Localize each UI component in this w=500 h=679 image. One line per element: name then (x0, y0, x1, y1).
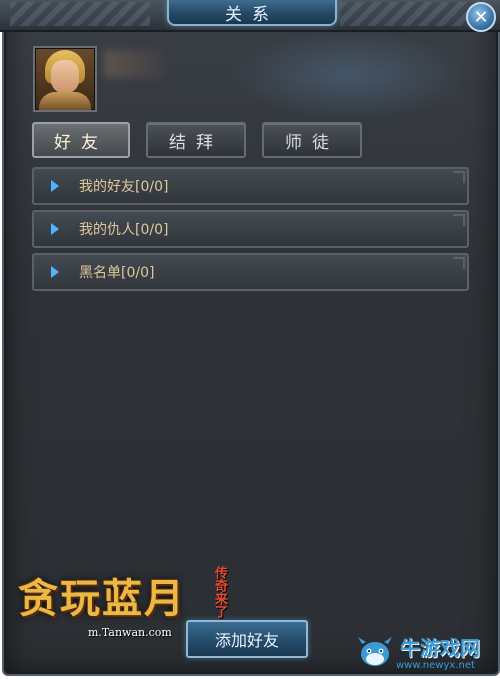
close-button[interactable]: ✕ (466, 2, 496, 32)
relation-tabs: 好友 结拜 师徒 (32, 122, 362, 158)
list-item-my-friends[interactable]: 我的好友[0/0] (32, 167, 469, 205)
close-icon: ✕ (473, 6, 489, 28)
panel-title: 关系 (167, 0, 337, 26)
logo-main-text: 贪玩蓝月 (18, 575, 186, 622)
header-ornament-right (340, 2, 480, 26)
avatar-shoulders (39, 92, 91, 110)
background-cloud (230, 30, 470, 120)
tab-master-apprentice[interactable]: 师徒 (262, 122, 362, 158)
cow-mascot-icon (358, 637, 392, 666)
header-ornament-left (10, 2, 150, 26)
list-item-label: 黑名单[0/0] (79, 265, 155, 281)
game-logo: 贪玩蓝月 传奇来了 m.Tanwan.com (18, 558, 248, 652)
logo-url: m.Tanwan.com (88, 626, 172, 639)
list-item-my-enemies[interactable]: 我的仇人[0/0] (32, 210, 469, 248)
row-corner-ornament (453, 257, 465, 269)
watermark-url: www.newyx.net (396, 660, 475, 671)
row-corner-ornament (453, 214, 465, 226)
logo-side-text: 传奇来了 (212, 566, 227, 618)
tab-sworn-brothers[interactable]: 结拜 (146, 122, 246, 158)
expand-arrow-icon (51, 266, 59, 278)
player-avatar[interactable] (33, 46, 97, 112)
expand-arrow-icon (51, 223, 59, 235)
avatar-face (51, 60, 79, 94)
expand-arrow-icon (51, 180, 59, 192)
list-item-label: 我的好友[0/0] (79, 179, 169, 195)
list-item-blacklist[interactable]: 黑名单[0/0] (32, 253, 469, 291)
watermark-site-name: 牛游戏网 (400, 636, 480, 660)
row-corner-ornament (453, 171, 465, 183)
relation-list: 我的好友[0/0] 我的仇人[0/0] 黑名单[0/0] (32, 167, 469, 296)
list-item-label: 我的仇人[0/0] (79, 222, 169, 238)
site-watermark: 牛游戏网 www.newyx.net (356, 632, 498, 676)
player-name-redacted (104, 50, 164, 78)
tab-friends[interactable]: 好友 (32, 122, 130, 158)
